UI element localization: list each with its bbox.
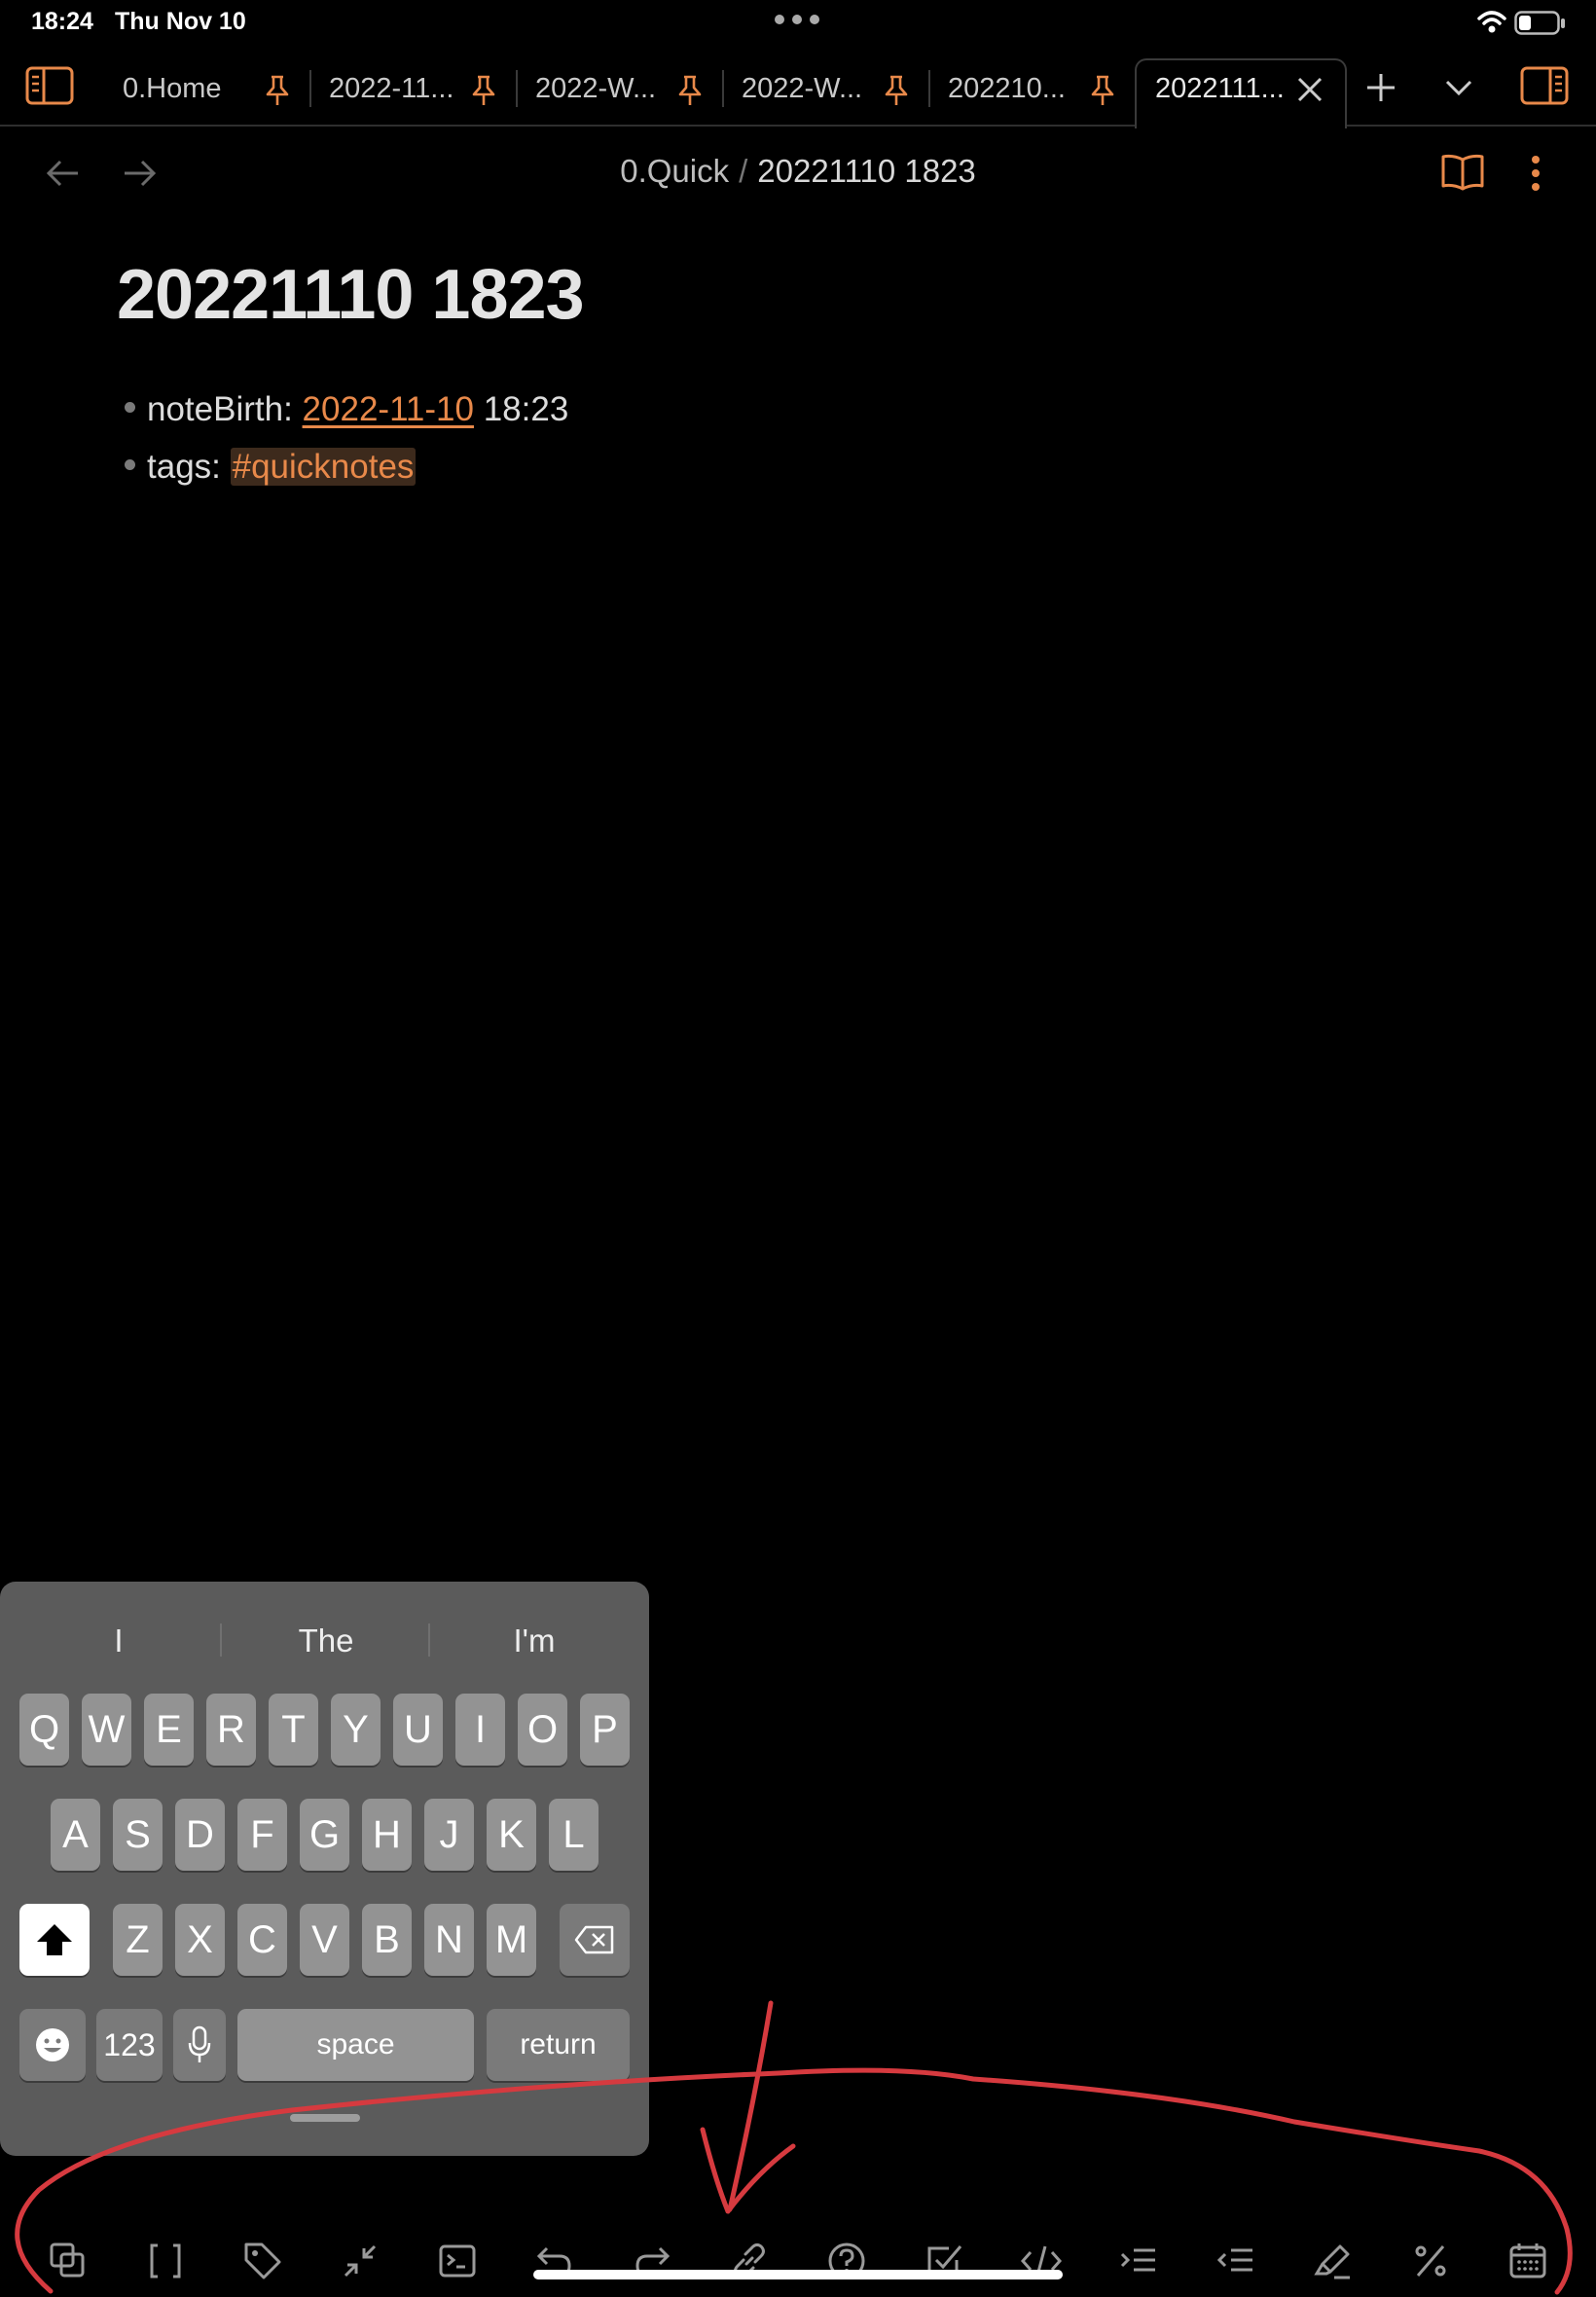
- date-link[interactable]: 2022-11-10: [303, 390, 474, 428]
- tab-202210[interactable]: 202210...: [948, 73, 1066, 105]
- property-notebirth[interactable]: noteBirth: 2022-11-10 18:23: [125, 390, 568, 429]
- right-sidebar-toggle-icon[interactable]: [1520, 66, 1569, 105]
- tab-2022-w-b[interactable]: 2022-W...: [742, 73, 862, 105]
- highlighter-icon[interactable]: [1311, 2239, 1356, 2283]
- key-u[interactable]: U: [393, 1694, 443, 1766]
- key-s[interactable]: S: [113, 1799, 163, 1871]
- brackets-icon[interactable]: [143, 2239, 188, 2283]
- breadcrumb-note[interactable]: 20221110 1823: [757, 153, 976, 189]
- key-z[interactable]: Z: [113, 1904, 163, 1976]
- key-p[interactable]: P: [580, 1694, 630, 1766]
- numbers-key[interactable]: 123: [96, 2009, 163, 2081]
- more-options-icon[interactable]: [1530, 154, 1542, 193]
- key-h[interactable]: H: [362, 1799, 412, 1871]
- delete-key[interactable]: [560, 1904, 630, 1976]
- backspace-icon: [574, 1925, 614, 1954]
- key-x[interactable]: X: [175, 1904, 225, 1976]
- pin-icon[interactable]: [263, 74, 292, 107]
- key-b[interactable]: B: [362, 1904, 412, 1976]
- key-j[interactable]: J: [424, 1799, 474, 1871]
- outdent-icon[interactable]: [1214, 2239, 1258, 2283]
- suggestion-divider: [220, 1623, 222, 1657]
- pin-icon[interactable]: [882, 74, 911, 107]
- status-date: Thu Nov 10: [115, 8, 246, 35]
- left-sidebar-toggle-icon[interactable]: [25, 66, 74, 105]
- dictation-key[interactable]: [173, 2009, 226, 2081]
- space-key[interactable]: space: [237, 2009, 474, 2081]
- tab-divider: [722, 70, 724, 107]
- chevron-down-icon[interactable]: [1444, 78, 1473, 97]
- suggestion-3[interactable]: I'm: [437, 1622, 632, 1659]
- key-l[interactable]: L: [549, 1799, 598, 1871]
- keyboard-grabber[interactable]: [290, 2114, 360, 2122]
- shift-arrow-icon: [37, 1924, 72, 1955]
- tab-divider: [309, 70, 311, 107]
- pin-icon[interactable]: [675, 74, 705, 107]
- property-key: tags:: [147, 448, 221, 486]
- collapse-icon[interactable]: [338, 2239, 382, 2283]
- key-v[interactable]: V: [300, 1904, 349, 1976]
- key-w[interactable]: W: [82, 1694, 131, 1766]
- microphone-icon: [188, 2025, 211, 2062]
- key-k[interactable]: K: [487, 1799, 536, 1871]
- emoji-key[interactable]: [19, 2009, 86, 2081]
- tab-divider: [928, 70, 930, 107]
- terminal-icon[interactable]: [435, 2239, 480, 2283]
- key-o[interactable]: O: [518, 1694, 567, 1766]
- suggestion-divider: [428, 1623, 430, 1657]
- breadcrumb-separator: /: [739, 153, 748, 189]
- close-tab-icon[interactable]: [1296, 76, 1324, 103]
- tag-icon[interactable]: [240, 2239, 285, 2283]
- key-c[interactable]: C: [237, 1904, 287, 1976]
- list-bullet: [125, 402, 135, 414]
- key-m[interactable]: M: [487, 1904, 536, 1976]
- key-i[interactable]: I: [455, 1694, 505, 1766]
- key-f[interactable]: F: [237, 1799, 287, 1871]
- pin-icon[interactable]: [469, 74, 498, 107]
- tab-active-label[interactable]: 2022111...: [1155, 73, 1285, 105]
- property-tags[interactable]: tags: #quicknotes: [125, 448, 417, 487]
- suggestion-1[interactable]: I: [21, 1622, 216, 1659]
- indent-icon[interactable]: [1116, 2239, 1161, 2283]
- shift-key[interactable]: [19, 1904, 90, 1976]
- multitasking-dots-icon[interactable]: [774, 14, 820, 25]
- list-bullet: [125, 459, 135, 471]
- calendar-icon[interactable]: [1505, 2239, 1550, 2283]
- battery-icon: [1514, 11, 1567, 36]
- key-g[interactable]: G: [300, 1799, 349, 1871]
- key-y[interactable]: Y: [331, 1694, 381, 1766]
- tab-2022-w-a[interactable]: 2022-W...: [535, 73, 656, 105]
- return-key[interactable]: return: [487, 2009, 630, 2081]
- copy-icon[interactable]: [46, 2239, 91, 2283]
- suggestion-2[interactable]: The: [229, 1622, 423, 1659]
- note-title[interactable]: 20221110 1823: [117, 255, 585, 335]
- tab-home[interactable]: 0.Home: [123, 73, 222, 105]
- key-q[interactable]: Q: [19, 1694, 69, 1766]
- pin-icon[interactable]: [1088, 74, 1117, 107]
- new-tab-icon[interactable]: [1365, 72, 1396, 103]
- key-r[interactable]: R: [206, 1694, 256, 1766]
- breadcrumb: 0.Quick /20221110 1823: [0, 153, 1596, 190]
- status-time: 18:24: [31, 8, 93, 35]
- key-e[interactable]: E: [144, 1694, 194, 1766]
- emoji-icon: [36, 2028, 69, 2061]
- tab-divider: [516, 70, 518, 107]
- home-indicator[interactable]: [533, 2270, 1063, 2279]
- property-key: noteBirth:: [147, 390, 293, 428]
- key-d[interactable]: D: [175, 1799, 225, 1871]
- key-t[interactable]: T: [269, 1694, 318, 1766]
- key-n[interactable]: N: [424, 1904, 474, 1976]
- property-value: 18:23: [483, 390, 569, 428]
- tag-link[interactable]: #quicknotes: [230, 448, 417, 486]
- key-a[interactable]: A: [51, 1799, 100, 1871]
- wifi-icon: [1477, 10, 1506, 35]
- tab-2022-11[interactable]: 2022-11...: [329, 73, 453, 105]
- percent-icon[interactable]: [1408, 2239, 1453, 2283]
- breadcrumb-folder[interactable]: 0.Quick: [620, 153, 729, 189]
- reading-view-book-icon[interactable]: [1440, 152, 1485, 193]
